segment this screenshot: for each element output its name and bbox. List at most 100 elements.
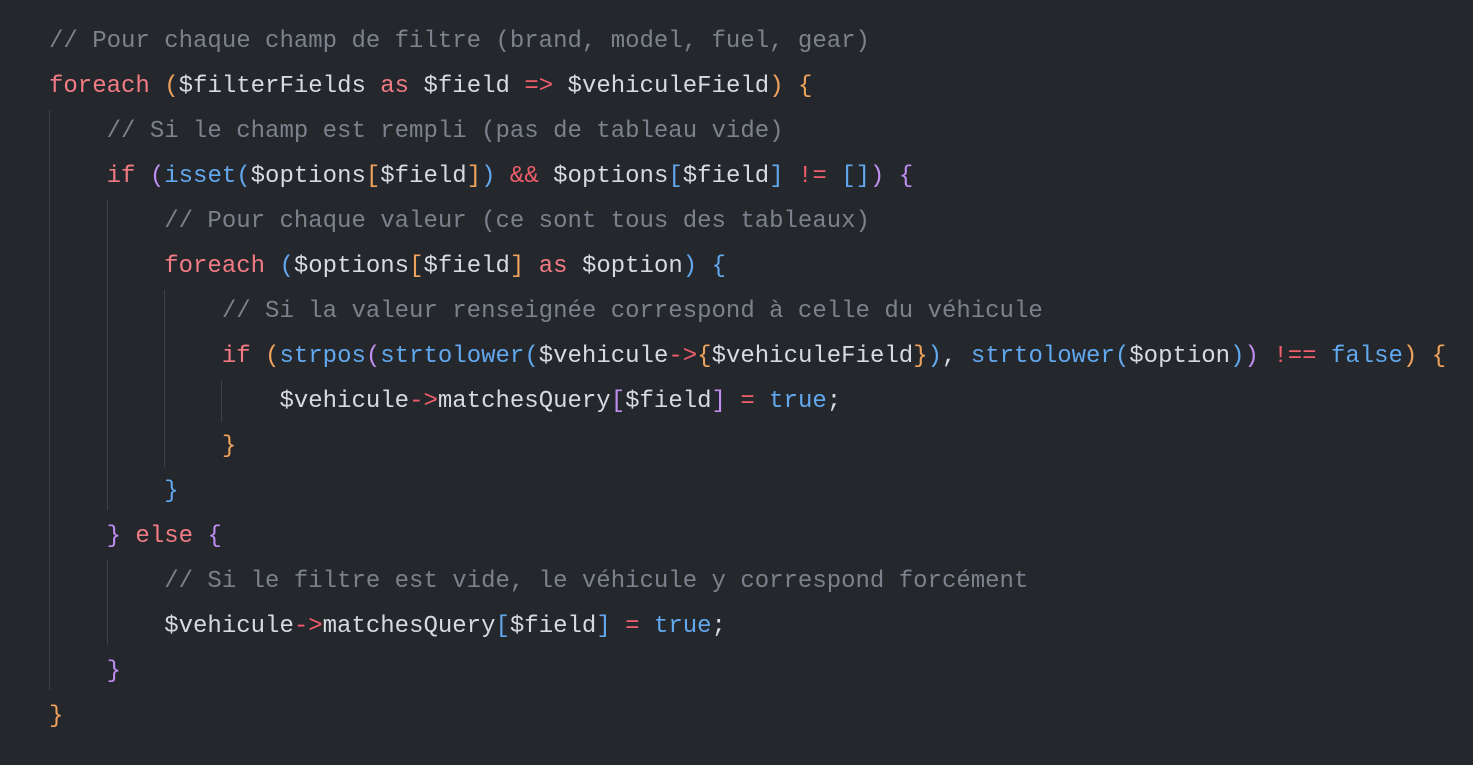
code-token: isset <box>164 163 237 190</box>
code-token: { <box>798 73 813 100</box>
code-token: } <box>106 523 122 550</box>
code-token: $vehicule <box>164 613 294 640</box>
code-line[interactable]: $vehicule->matchesQuery[$field] = true; <box>49 604 726 649</box>
code-editor[interactable]: // Pour chaque champ de filtre (brand, m… <box>0 0 1473 765</box>
code-token: ( <box>1114 343 1130 370</box>
code-line[interactable]: // Pour chaque champ de filtre (brand, m… <box>49 19 870 64</box>
code-token: as <box>380 73 410 100</box>
code-line[interactable]: } <box>49 469 178 514</box>
code-token: $field <box>625 388 712 415</box>
code-token: [ <box>610 388 626 415</box>
code-token: ( <box>279 253 294 280</box>
code-token: ] <box>596 613 611 640</box>
code-token: ( <box>149 163 165 190</box>
code-token: if <box>221 343 251 370</box>
code-token: as <box>538 253 568 280</box>
code-token: ) <box>682 253 698 280</box>
code-token: ; <box>826 388 842 415</box>
code-token: $vehicule <box>538 343 669 370</box>
code-token: ( <box>365 343 381 370</box>
code-line[interactable]: // Si la valeur renseignée correspond à … <box>49 289 1043 334</box>
code-token: $vehiculeField <box>567 73 770 100</box>
code-token: ] <box>711 388 726 415</box>
code-token: ) <box>927 343 943 370</box>
code-token: { <box>711 253 726 280</box>
code-line[interactable]: // Si le champ est rempli (pas de tablea… <box>49 109 784 154</box>
code-token: $option <box>581 253 683 280</box>
code-token: , <box>942 343 971 370</box>
code-line[interactable]: } <box>49 424 236 469</box>
code-token: } <box>913 343 928 370</box>
code-line[interactable]: } <box>49 649 121 694</box>
code-token: $options <box>293 253 410 280</box>
code-token: $vehiculeField <box>711 343 914 370</box>
code-token: [] <box>841 163 871 190</box>
code-token: // Si le champ est rempli (pas de tablea… <box>106 118 784 145</box>
code-line[interactable]: if (strpos(strtolower($vehicule->{$vehic… <box>49 334 1446 379</box>
code-token: $field <box>380 163 467 190</box>
code-token: $filterFields <box>178 73 366 100</box>
code-token: ) <box>1244 343 1259 370</box>
code-line[interactable]: foreach ($filterFields as $field => $veh… <box>49 64 812 109</box>
code-line[interactable]: $vehicule->matchesQuery[$field] = true; <box>49 379 841 424</box>
code-line[interactable]: if (isset($options[$field]) && $options[… <box>49 154 914 199</box>
code-token: } <box>106 658 122 685</box>
code-token: [ <box>409 253 424 280</box>
code-token: } <box>49 703 64 730</box>
code-token: = <box>625 613 640 640</box>
code-token: { <box>898 163 914 190</box>
code-token: ) <box>769 73 784 100</box>
code-token: [ <box>668 163 683 190</box>
code-line[interactable]: foreach ($options[$field] as $option) { <box>49 244 726 289</box>
code-token: matchesQuery <box>322 613 496 640</box>
code-token: ) <box>481 163 496 190</box>
code-token: ) <box>870 163 885 190</box>
code-token: [ <box>365 163 381 190</box>
code-token: else <box>135 523 194 550</box>
code-token: ] <box>466 163 482 190</box>
code-line[interactable]: } <box>49 694 63 739</box>
code-token: && <box>509 163 539 190</box>
code-token: ( <box>265 343 280 370</box>
code-token: strtolower <box>380 343 525 370</box>
code-token: ] <box>509 253 525 280</box>
code-token: // Si le filtre est vide, le véhicule y … <box>164 568 1029 595</box>
code-token: if <box>106 163 136 190</box>
code-token: { <box>697 343 712 370</box>
code-token: true <box>769 388 827 415</box>
code-token: ; <box>711 613 726 640</box>
code-token: !== <box>1273 343 1317 370</box>
code-line[interactable]: // Si le filtre est vide, le véhicule y … <box>49 559 1028 604</box>
code-line[interactable]: // Pour chaque valeur (ce sont tous des … <box>49 199 870 244</box>
code-token: foreach <box>49 73 150 100</box>
code-token: -> <box>409 388 438 415</box>
code-token: // Si la valeur renseignée correspond à … <box>221 298 1043 325</box>
code-token: { <box>207 523 222 550</box>
code-line[interactable]: } else { <box>49 514 222 559</box>
code-token: != <box>798 163 827 190</box>
